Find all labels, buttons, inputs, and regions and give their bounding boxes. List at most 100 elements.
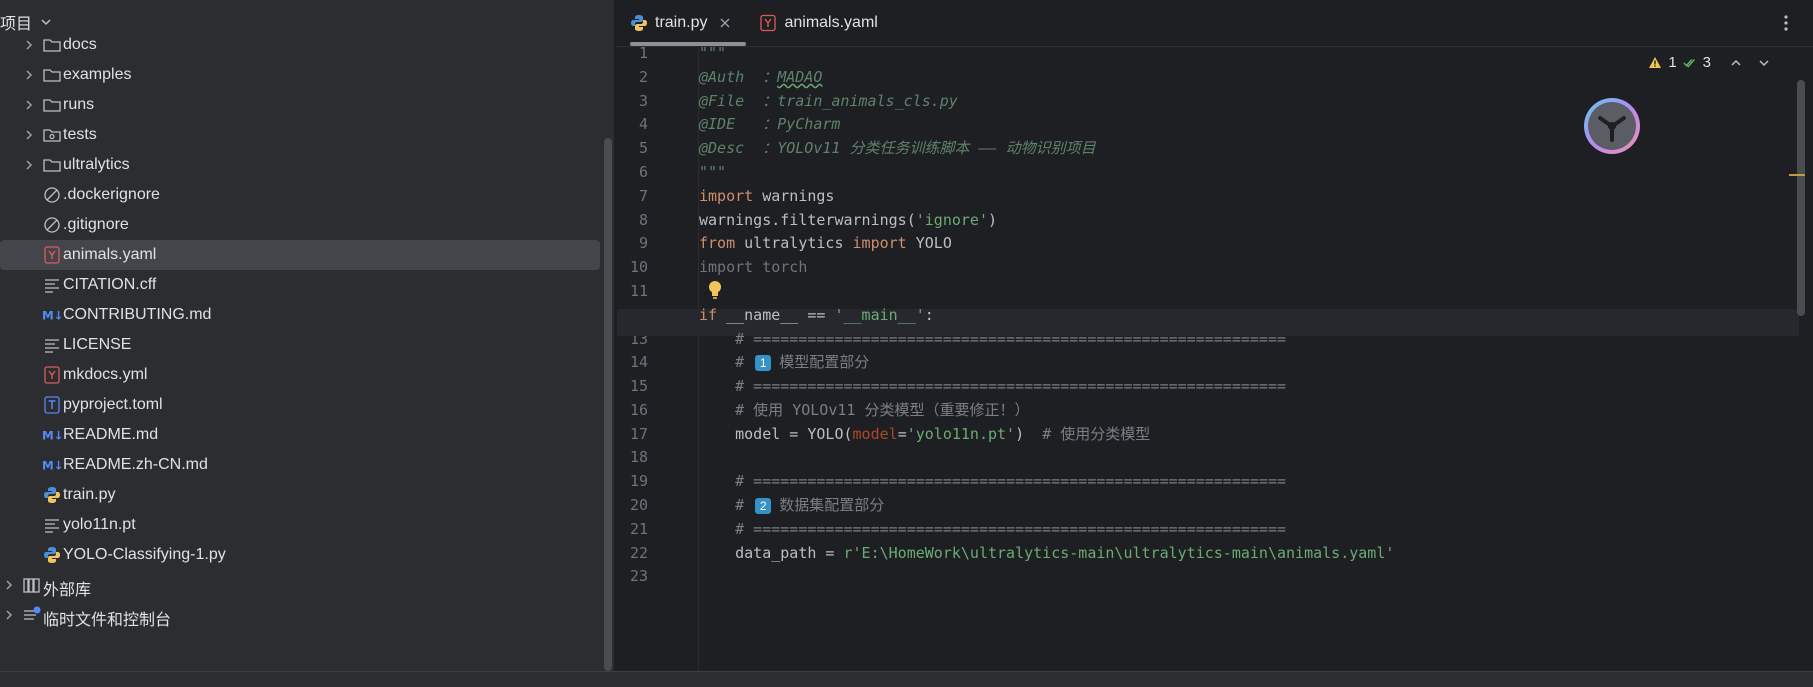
- line-number[interactable]: 2: [618, 68, 648, 86]
- tree-item-runs[interactable]: runs: [0, 90, 600, 120]
- warning-stripe-mark[interactable]: [1789, 174, 1805, 176]
- tab-animals-yaml[interactable]: animals.yaml: [745, 0, 891, 46]
- tree-item-yolo11n-pt[interactable]: yolo11n.pt: [0, 510, 600, 540]
- doc-value-desc: YOLOv11 分类任务训练脚本 —— 动物识别项目: [777, 139, 1096, 157]
- line-number[interactable]: 21: [618, 520, 648, 538]
- line-number[interactable]: 17: [618, 425, 648, 443]
- tree-item-label: LICENSE: [63, 336, 132, 353]
- chevron-right-icon[interactable]: [22, 98, 36, 112]
- line-number[interactable]: 5: [618, 139, 648, 157]
- lightbulb-icon[interactable]: [707, 280, 723, 300]
- yaml-file-icon: [42, 365, 62, 385]
- line-number[interactable]: 22: [618, 544, 648, 562]
- tree-item-dockerignore[interactable]: .dockerignore: [0, 180, 600, 210]
- line-number[interactable]: 23: [618, 567, 648, 585]
- code-line-1: """: [699, 40, 726, 67]
- line-number[interactable]: 3: [618, 92, 648, 110]
- python-file-icon: [42, 545, 62, 565]
- tree-item-item-18[interactable]: 外部库: [0, 570, 600, 600]
- tree-item-citation-cff[interactable]: CITATION.cff: [0, 270, 600, 300]
- tree-item-item-19[interactable]: 临时文件和控制台: [0, 600, 600, 630]
- doc-value-auth: MADAO: [777, 68, 823, 86]
- line-number[interactable]: 10: [618, 258, 648, 276]
- line-number[interactable]: 19: [618, 472, 648, 490]
- line-number[interactable]: 18: [618, 448, 648, 466]
- chevron-right-icon[interactable]: [2, 608, 16, 622]
- markdown-file-icon: M↓: [42, 425, 62, 445]
- tree-item-ultralytics[interactable]: ultralytics: [0, 150, 600, 180]
- tree-item-pyproject-toml[interactable]: pyproject.toml: [0, 390, 600, 420]
- chevron-right-icon[interactable]: [22, 38, 36, 52]
- chevron-right-icon[interactable]: [2, 578, 16, 592]
- tree-item-contributing-md[interactable]: M↓ CONTRIBUTING.md: [0, 300, 600, 330]
- code-line-11: [699, 278, 753, 305]
- line-number[interactable]: 14: [618, 353, 648, 371]
- keyword: import: [852, 234, 907, 252]
- line-number[interactable]: 1: [618, 44, 648, 62]
- close-icon[interactable]: [719, 17, 731, 29]
- comment: # ======================================…: [699, 377, 1286, 395]
- line-number[interactable]: 4: [618, 115, 648, 133]
- line-number-gutter[interactable]: 1234567891011121314151617181920212223: [616, 44, 698, 671]
- code-editor: train.py animals.yaml 1 3 1 2 3 4 5 6 7 8 9 10 11 1…: [616, 0, 1813, 671]
- comment: 模型配置部分: [779, 353, 870, 371]
- identifier: YOLO: [906, 234, 952, 252]
- line-number[interactable]: 16: [618, 401, 648, 419]
- punct: =: [897, 425, 907, 443]
- code-text-area[interactable]: """ @Auth ：MADAO @File ：train_animals_cl…: [617, 44, 1799, 671]
- comment: 数据集配置部分: [779, 496, 885, 514]
- library-icon: [22, 575, 42, 595]
- call: model = YOLO(: [699, 425, 853, 443]
- punct: ): [1015, 425, 1043, 443]
- comment: # ======================================…: [699, 472, 1286, 490]
- tree-item-tests[interactable]: tests: [0, 120, 600, 150]
- line-number[interactable]: 15: [618, 377, 648, 395]
- punct: ): [988, 211, 998, 229]
- punct: :: [924, 306, 934, 324]
- line-number[interactable]: 7: [618, 187, 648, 205]
- tree-item-yolo-classifying-1-py[interactable]: YOLO-Classifying-1.py: [0, 540, 600, 570]
- scratches-icon: [22, 605, 42, 625]
- comment: #: [699, 353, 754, 371]
- editor-scrollbar[interactable]: [1797, 80, 1805, 316]
- project-scrollbar[interactable]: [604, 138, 612, 671]
- comment: # 使用分类模型: [1042, 425, 1151, 443]
- code-line-20: # 2 数据集配置部分: [699, 492, 884, 519]
- code-line-22: data_path = r'E:\HomeWork\ultralytics-ma…: [699, 540, 1394, 567]
- chevron-down-icon[interactable]: [40, 16, 52, 28]
- tab-label: train.py: [655, 14, 708, 31]
- more-options-icon[interactable]: [1783, 12, 1789, 34]
- chevron-right-icon[interactable]: [22, 158, 36, 172]
- doc-field-desc: @Desc ：: [699, 139, 778, 157]
- tree-item-readme-md[interactable]: M↓ README.md: [0, 420, 600, 450]
- svg-text:M↓: M↓: [42, 459, 62, 473]
- string: 'ignore': [915, 211, 988, 229]
- line-number[interactable]: 20: [618, 496, 648, 514]
- keyword: from: [699, 234, 736, 252]
- tree-item-gitignore[interactable]: .gitignore: [0, 210, 600, 240]
- tree-item-mkdocs-yml[interactable]: mkdocs.yml: [0, 360, 600, 390]
- named-param: model: [852, 425, 898, 443]
- tree-item-examples[interactable]: examples: [0, 60, 600, 90]
- tree-item-docs[interactable]: docs: [0, 30, 600, 60]
- tree-item-readme-zh-cn-md[interactable]: M↓ README.zh-CN.md: [0, 450, 600, 480]
- string: 'yolo11n.pt': [906, 425, 1016, 443]
- line-number[interactable]: 8: [618, 211, 648, 229]
- tree-item-label: CONTRIBUTING.md: [63, 306, 212, 323]
- chevron-right-icon[interactable]: [22, 128, 36, 142]
- python-file-icon: [630, 14, 648, 32]
- tree-item-train-py[interactable]: train.py: [0, 480, 600, 510]
- ignore-file-icon: [42, 185, 62, 205]
- string: r'E:\HomeWork\ultralytics-main\ultralyti…: [843, 544, 1395, 562]
- line-number[interactable]: 6: [618, 163, 648, 181]
- line-number[interactable]: 11: [618, 282, 648, 300]
- tree-item-license[interactable]: LICENSE: [0, 330, 600, 360]
- markdown-file-icon: M↓: [42, 305, 62, 325]
- code-line-21: # ======================================…: [699, 516, 1286, 543]
- keyword: import: [699, 187, 754, 205]
- markdown-file-icon: M↓: [42, 455, 62, 475]
- line-number[interactable]: 9: [618, 234, 648, 252]
- docstring-close: """: [699, 163, 727, 181]
- chevron-right-icon[interactable]: [22, 68, 36, 82]
- tree-item-animals-yaml[interactable]: animals.yaml: [0, 240, 600, 270]
